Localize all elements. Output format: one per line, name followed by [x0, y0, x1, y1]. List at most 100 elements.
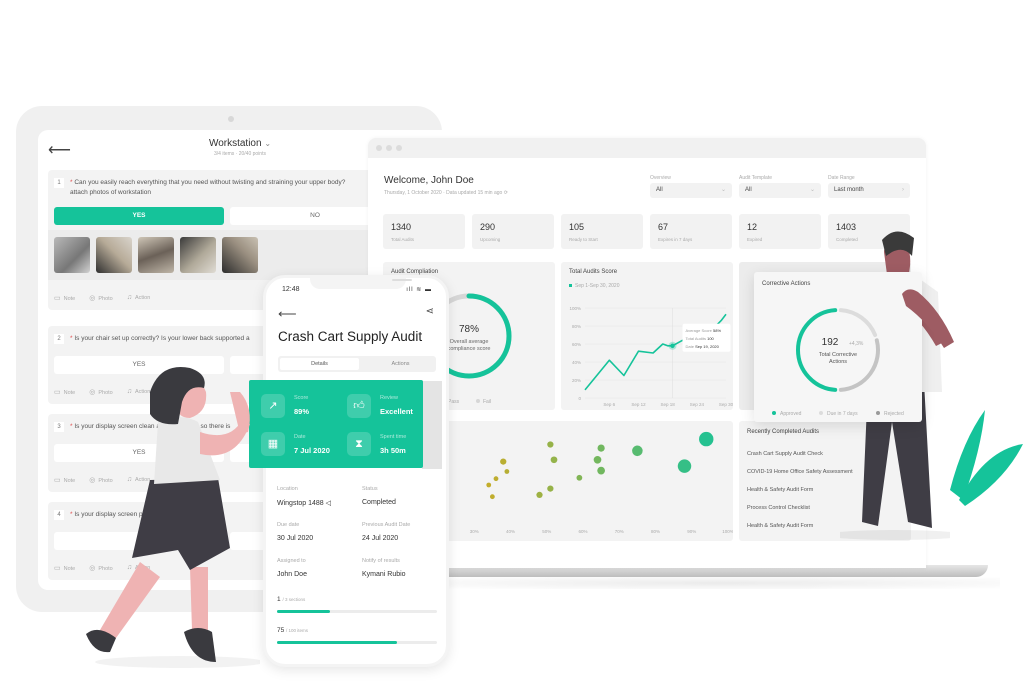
chevron-right-icon: › — [902, 187, 904, 193]
items-progress-label: 75 / 100 items — [277, 627, 308, 634]
workstation-photo[interactable] — [96, 237, 132, 273]
audit-template-value: All — [745, 187, 752, 193]
scatter-point — [500, 458, 507, 465]
note-label: Note — [63, 390, 76, 396]
x-tick-label: 70% — [615, 529, 624, 534]
scatter-point — [504, 469, 510, 474]
welcome-heading: Welcome, John Doe — [384, 175, 474, 186]
audit-highlights-card: ↗ Score 89% 👍︎ Review Excellent ▦ Date 7… — [249, 380, 423, 468]
share-icon[interactable]: ⋖ — [426, 306, 434, 317]
x-tick-label: Sep 12 — [631, 402, 646, 407]
man-arm-illustration — [902, 289, 954, 348]
scatter-point — [547, 441, 554, 448]
tooltip-point — [670, 343, 675, 348]
legend-fail-dot — [476, 399, 480, 403]
stat-value: 1340 — [391, 222, 412, 232]
comment-icon: ▭ — [54, 389, 61, 396]
recent-audit-item[interactable]: Process Control Checklist — [747, 505, 810, 511]
y-tick-label: 40% — [572, 360, 581, 365]
sections-progress-bar — [277, 610, 437, 613]
corrective-arc-approved — [796, 308, 838, 392]
chevron-down-icon: ⌄ — [809, 187, 815, 193]
field-label: Status — [362, 486, 378, 492]
audit-template-select[interactable]: All ⌄ — [739, 183, 821, 198]
field-label: Assigned to — [277, 558, 306, 564]
recent-audit-item[interactable]: Health & Safety Audit Form — [747, 523, 813, 529]
workstation-photo[interactable] — [138, 237, 174, 273]
note-button[interactable]: ▭ Note — [54, 564, 75, 572]
tab-actions[interactable]: Actions — [361, 358, 440, 370]
stat-label: Total Audits — [391, 237, 415, 242]
stat-label: Ready to Start — [569, 237, 598, 242]
items-progress-fill — [277, 641, 397, 644]
chevron-down-icon: ⌄ — [720, 187, 726, 193]
recent-audit-item[interactable]: Health & Safety Audit Form — [747, 487, 813, 493]
x-tick-label: Sep 6 — [603, 402, 615, 407]
recent-audit-item[interactable]: Crash Cart Supply Audit Check — [747, 451, 823, 457]
date-range-select[interactable]: Last month › — [828, 183, 910, 198]
plant-illustration — [950, 410, 1023, 506]
field-label: Previous Audit Date — [362, 522, 411, 528]
stat-card-expired[interactable]: 12 Expired — [739, 214, 821, 249]
x-tick-label: 80% — [651, 529, 660, 534]
scatter-point — [593, 455, 602, 464]
highlight-value: 89% — [294, 407, 310, 416]
workstation-photo[interactable] — [54, 237, 90, 273]
highlight-label: Spent time — [380, 434, 407, 440]
arrow-left-icon[interactable]: ⟵ — [278, 306, 297, 322]
score-distribution-panel: 20%30%40%50%60%70%80%90%100% — [428, 421, 733, 541]
stat-value: 105 — [569, 222, 585, 232]
tooltip-line: Date Sep 19, 2020 — [686, 344, 720, 349]
scatter-point — [547, 485, 554, 492]
stat-card-upcoming[interactable]: 290 Upcoming — [472, 214, 554, 249]
recent-audit-item[interactable]: COVID-19 Home Office Safety Assessment — [747, 469, 853, 475]
status-bar-icons: ıll ≋ ▬ — [406, 287, 432, 293]
items-total: / 100 items — [286, 628, 309, 633]
question-number: 2 — [54, 334, 64, 344]
woman-illustration — [86, 367, 260, 668]
scatter-point — [493, 476, 499, 482]
workstation-photo[interactable] — [180, 237, 216, 273]
overview-select[interactable]: All ⌄ — [650, 183, 732, 198]
phone-speaker — [392, 279, 412, 281]
question-text: * Can you easily reach everything that y… — [70, 178, 384, 198]
tab-details[interactable]: Details — [280, 358, 359, 370]
highlight-value: 3h 50m — [380, 446, 406, 455]
question-text-line2: attach photos of workstation — [70, 189, 151, 196]
legend-pass-label: Pass — [448, 399, 460, 405]
stat-label: Upcoming — [480, 237, 501, 242]
photo-strip — [48, 230, 388, 280]
stat-card-ready-to-start[interactable]: 105 Ready to Start — [561, 214, 643, 249]
corrective-delta: +4,3% — [849, 341, 864, 347]
status-bar-time: 12:48 — [282, 286, 300, 293]
highlight-label: Date — [294, 434, 306, 440]
action-label: Action — [134, 295, 151, 301]
x-tick-label: 60% — [578, 529, 587, 534]
stat-card-total-audits[interactable]: 1340 Total Audits — [383, 214, 465, 249]
trending-up-icon: ↗ — [261, 394, 285, 418]
note-button[interactable]: ▭ Note — [54, 476, 75, 484]
note-button[interactable]: ▭ Note — [54, 294, 75, 302]
answer-yes-button[interactable]: YES — [54, 207, 224, 225]
window-close-dot[interactable] — [376, 145, 382, 151]
note-button[interactable]: ▭ Note — [54, 388, 75, 396]
field-value: Wingstop 1488 ◁ — [277, 500, 332, 507]
field-label: Location — [277, 486, 298, 492]
sections-total: / 3 sections — [282, 597, 306, 602]
field-label: Due date — [277, 522, 300, 528]
comment-icon: ▭ — [54, 565, 61, 572]
photo-button[interactable]: ◎ Photo — [89, 294, 112, 302]
question-text-line1: Can you easily reach everything that you… — [74, 179, 346, 186]
window-minimize-dot[interactable] — [386, 145, 392, 151]
action-button[interactable]: ♫Action — [127, 294, 151, 302]
scatter-chart-svg: 20%30%40%50%60%70%80%90%100% — [433, 431, 733, 534]
legend-fail-label: Fail — [483, 399, 491, 405]
chevron-down-icon: ⌄ — [264, 139, 272, 148]
scatter-point — [597, 444, 605, 452]
workstation-photo[interactable] — [222, 237, 258, 273]
window-maximize-dot[interactable] — [396, 145, 402, 151]
question-actions: ▭Note ◎Photo ♫Action — [54, 294, 150, 302]
phone-notch — [310, 275, 412, 289]
stat-card-expires-soon[interactable]: 67 Expires in 7 days — [650, 214, 732, 249]
scatter-point — [677, 459, 692, 473]
